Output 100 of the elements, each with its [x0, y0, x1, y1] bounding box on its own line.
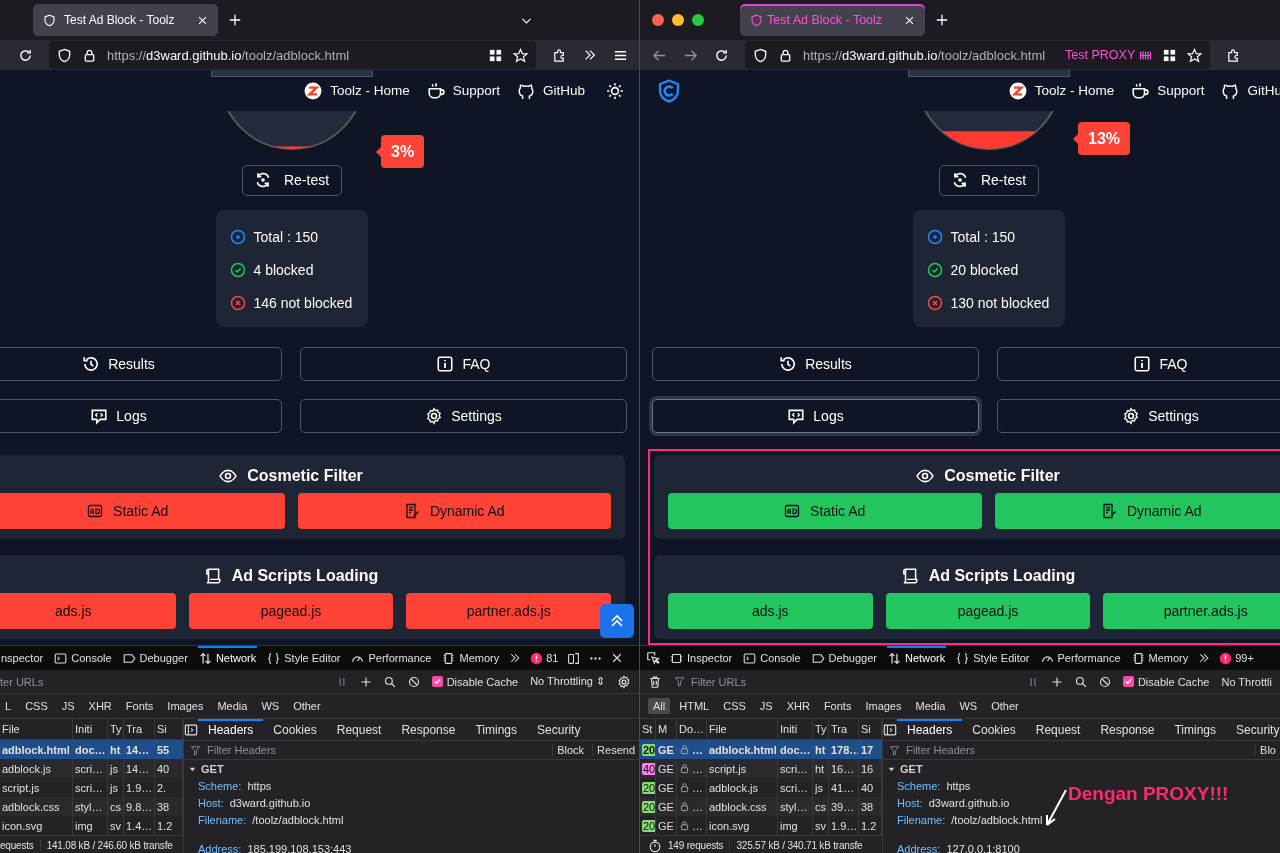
panel-tab[interactable]: Response [1090, 719, 1165, 740]
panel-tab[interactable]: Request [1025, 719, 1091, 740]
proxy-icon[interactable] [1139, 48, 1153, 62]
type-filter-button[interactable]: XHR [781, 698, 815, 714]
devtools-tab[interactable]: Performance [1039, 646, 1122, 670]
column-header[interactable]: St [640, 719, 656, 739]
panel-tab[interactable]: Timings [1164, 719, 1227, 740]
test-item-button[interactable]: pagead.js [885, 593, 1091, 629]
panel-toggle-icon[interactable] [184, 722, 198, 737]
address-bar[interactable]: https://d3ward.github.io/toolz/adblock.html [49, 41, 536, 69]
column-header[interactable]: Initi [778, 719, 813, 739]
address-bar[interactable]: https://d3ward.github.io/toolz/adblock.html Test PROXY [745, 41, 1211, 69]
nav-link[interactable]: Support [1131, 81, 1205, 100]
search-icon[interactable] [383, 675, 396, 688]
trash-icon[interactable] [648, 674, 662, 689]
type-filter-button[interactable]: Images [162, 698, 209, 714]
devtools-tab[interactable]: Style Editor [955, 646, 1031, 670]
menu-button[interactable]: Logs [652, 399, 979, 433]
type-filter-button[interactable]: XHR [83, 698, 117, 714]
column-header[interactable]: File [707, 719, 778, 739]
scrollbar-thumb[interactable] [907, 70, 1070, 78]
close-icon[interactable] [611, 652, 624, 664]
test-item-button[interactable]: Dynamic Ad [297, 493, 611, 529]
block-icon[interactable] [1098, 675, 1111, 688]
block-icon[interactable] [407, 675, 420, 688]
nav-link[interactable]: Support [426, 81, 500, 100]
element-picker-icon[interactable] [646, 651, 660, 665]
filter-headers-field[interactable]: Filter Headers [190, 741, 549, 759]
shield-logo-icon[interactable] [657, 78, 681, 103]
filter-headers-field[interactable]: Filter Headers [889, 741, 1252, 759]
column-header[interactable]: Do… [677, 719, 707, 739]
type-filter-button[interactable]: WS [954, 698, 983, 714]
type-filter-button[interactable]: Other [986, 698, 1024, 714]
more-tabs-icon[interactable] [509, 652, 522, 664]
reload-icon[interactable] [714, 47, 729, 63]
extensions-icon[interactable] [552, 47, 567, 63]
settings-icon[interactable] [617, 674, 631, 689]
devtools-tab[interactable]: Performance [350, 646, 433, 670]
close-icon[interactable] [197, 14, 208, 26]
plus-icon[interactable] [359, 675, 372, 688]
scroll-top-button[interactable] [600, 604, 634, 638]
nav-link[interactable]: GitHub [516, 81, 585, 100]
devtools-tab[interactable]: Console [742, 646, 802, 670]
devtools-tab[interactable]: Memory [441, 646, 501, 670]
reload-icon[interactable] [18, 47, 33, 63]
panel-tab[interactable]: Security [1226, 719, 1280, 740]
test-item-button[interactable]: partner.ads.js [406, 593, 611, 629]
menu-button[interactable]: Settings [997, 399, 1280, 433]
throttling-dropdown[interactable]: No Throttli [1221, 675, 1272, 688]
type-filter-button[interactable]: HTML [674, 698, 715, 714]
menu-button[interactable]: Results [0, 347, 282, 381]
timer-icon[interactable] [648, 838, 662, 853]
request-row[interactable]: adblock.html doc… ht 14… 55 [0, 740, 183, 759]
more-tabs-icon[interactable] [1198, 652, 1211, 664]
panel-tab[interactable]: Headers [897, 719, 963, 740]
test-item-button[interactable]: Static Ad [668, 493, 982, 529]
type-filter-button[interactable]: WS [256, 698, 285, 714]
devtools-tab[interactable]: Network [197, 646, 258, 670]
type-filter-button[interactable]: Other [288, 698, 326, 714]
panel-toggle-icon[interactable] [883, 722, 897, 737]
retest-button[interactable]: Re-test [241, 164, 342, 196]
search-icon[interactable] [1074, 675, 1087, 688]
error-count[interactable]: 81 [546, 652, 559, 664]
panel-tab[interactable]: Headers [198, 719, 264, 740]
type-filter-button[interactable]: Media [212, 698, 253, 714]
devtools-tab[interactable]: Network [886, 646, 947, 670]
test-item-button[interactable]: ads.js [668, 593, 873, 629]
column-header[interactable]: Initi [73, 719, 108, 739]
type-filter-button[interactable]: Fonts [818, 698, 857, 714]
panel-tab[interactable]: Response [391, 719, 466, 740]
browser-tab[interactable]: Test Ad Block - Toolz [740, 4, 925, 36]
header-action-button[interactable]: Blo [1255, 744, 1280, 756]
menu-button[interactable]: FAQ [300, 347, 627, 381]
type-filter-button[interactable]: CSS [20, 698, 53, 714]
qr-code-icon[interactable] [1162, 47, 1178, 63]
disable-cache-checkbox[interactable]: Disable Cache [431, 675, 519, 688]
devtools-tab[interactable]: Debugger [121, 646, 189, 670]
column-header[interactable]: File [0, 719, 73, 739]
test-item-button[interactable]: ads.js [0, 593, 176, 629]
responsive-icon[interactable] [567, 651, 581, 665]
menu-button[interactable]: Results [652, 347, 979, 381]
panel-tab[interactable]: Timings [465, 719, 528, 740]
nav-link[interactable]: Toolz - Home [1008, 81, 1115, 100]
filter-urls-field[interactable]: Filter URLs [674, 670, 1015, 693]
column-header[interactable]: Tra [829, 719, 859, 739]
type-filter-button[interactable]: CSS [718, 698, 751, 714]
proxy-label[interactable]: Test PROXY [1065, 48, 1136, 62]
devtools-tab[interactable]: Console [53, 646, 113, 670]
type-filter-button[interactable]: Images [860, 698, 907, 714]
test-item-button[interactable]: Dynamic Ad [994, 493, 1280, 529]
column-header[interactable]: M [656, 719, 677, 739]
menu-button[interactable]: Settings [300, 399, 627, 433]
devtools-tab[interactable]: Inspector [669, 646, 734, 670]
panel-tab[interactable]: Cookies [962, 719, 1026, 740]
devtools-tab[interactable]: Style Editor [266, 646, 342, 670]
column-header[interactable]: Ty [108, 719, 124, 739]
request-row[interactable]: adblock.css styl… cs 9.8… 38 [0, 797, 183, 816]
test-item-button[interactable]: Static Ad [0, 493, 285, 529]
nav-link[interactable]: Toolz - Home [304, 81, 410, 100]
column-header[interactable]: Ty [813, 719, 829, 739]
